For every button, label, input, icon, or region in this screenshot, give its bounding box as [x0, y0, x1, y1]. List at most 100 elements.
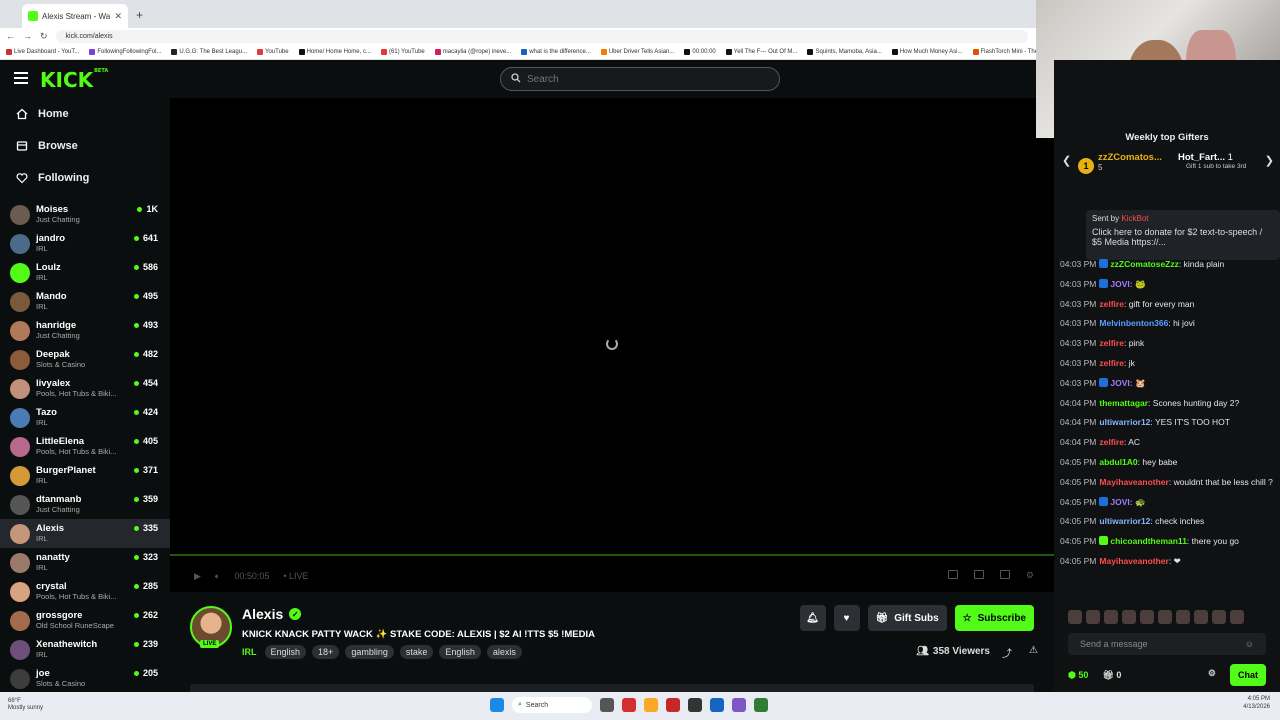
back-icon[interactable]: ←	[6, 31, 15, 41]
chat-input[interactable]: Send a message ☺	[1068, 633, 1266, 655]
bookmark-item[interactable]: FollowingFollowingFol...	[89, 48, 161, 55]
follow-button[interactable]: ♥	[833, 605, 860, 631]
message-username[interactable]: themattagar	[1099, 398, 1148, 408]
theater-mode-icon[interactable]	[973, 570, 984, 579]
chat-send-button[interactable]: Chat	[1230, 664, 1266, 686]
stream-tag[interactable]: English	[264, 645, 307, 659]
following-item-crystal[interactable]: crystal Pools, Hot Tubs & Biki... 285	[0, 577, 170, 606]
following-item-joe[interactable]: joe Slots & Casino 205	[0, 664, 170, 692]
gift-subs-button[interactable]: 🎁︎ Gift Subs	[867, 605, 947, 631]
windows-start-icon[interactable]	[490, 698, 504, 712]
stream-tag[interactable]: 18+	[312, 645, 340, 659]
following-item-grossgore[interactable]: grossgore Old School RuneScape 262	[0, 606, 170, 635]
chevron-left-icon[interactable]: ❮	[1062, 154, 1071, 167]
new-tab-icon[interactable]: +	[136, 8, 143, 22]
following-item-jandro[interactable]: jandro IRL 641	[0, 229, 170, 258]
bookmark-item[interactable]: macaylia (@rope) ineve...	[434, 48, 511, 55]
forward-icon[interactable]: →	[23, 31, 32, 41]
bookmark-item[interactable]: Home/ Home Home, c...	[298, 48, 371, 55]
spotify-icon[interactable]	[754, 698, 768, 712]
following-item-nanatty[interactable]: nanatty IRL 323	[0, 548, 170, 577]
message-username[interactable]: zelfire	[1099, 338, 1124, 348]
emote[interactable]	[1194, 610, 1208, 624]
bookmark-item[interactable]: FlashTorch Mini - The...	[972, 48, 1036, 55]
notification-button[interactable]: 🔔︎	[799, 605, 826, 631]
bookmark-item[interactable]: (61) YouTube	[380, 48, 425, 55]
message-username[interactable]: Mayihaveanother	[1099, 556, 1168, 566]
stream-category[interactable]: IRL	[242, 647, 257, 657]
share-icon[interactable]: ⤴	[1002, 645, 1012, 660]
message-username[interactable]: zelfire	[1099, 358, 1124, 368]
stream-tag[interactable]: English	[439, 645, 481, 659]
emote[interactable]	[1104, 610, 1118, 624]
emote[interactable]	[1140, 610, 1154, 624]
live-indicator[interactable]: • LIVE	[283, 571, 308, 581]
message-username[interactable]: zelfire	[1099, 299, 1124, 309]
following-item-loulz[interactable]: Loulz IRL 586	[0, 258, 170, 287]
bookmark-item[interactable]: Yell The F--- Out Of M...	[725, 48, 797, 55]
emote[interactable]	[1212, 610, 1226, 624]
play-icon[interactable]: ▶	[194, 571, 201, 582]
pinned-message[interactable]: Sent by KickBot Click here to donate for…	[1086, 210, 1280, 260]
message-username[interactable]: JOVI:	[1110, 279, 1132, 289]
message-username[interactable]: JOVI:	[1110, 378, 1132, 388]
emote[interactable]	[1122, 610, 1136, 624]
emote[interactable]	[1068, 610, 1082, 624]
following-item-xenathewitch[interactable]: Xenathewitch IRL 239	[0, 635, 170, 664]
stream-tag[interactable]: alexis	[486, 645, 522, 659]
volume-icon[interactable]: 🔈︎	[215, 571, 220, 582]
report-icon[interactable]: ⚠	[1029, 645, 1038, 656]
following-item-littleelena[interactable]: LittleElena Pools, Hot Tubs & Biki... 405	[0, 432, 170, 461]
search-bar[interactable]	[500, 67, 780, 91]
following-item-tazo[interactable]: Tazo IRL 424	[0, 403, 170, 432]
fullscreen-icon[interactable]	[999, 570, 1010, 579]
message-username[interactable]: ultiwarrior12	[1099, 417, 1150, 427]
reload-icon[interactable]: ↻	[40, 31, 48, 42]
clip-icon[interactable]	[947, 570, 958, 579]
kick-logo[interactable]: KICKBETA	[40, 68, 108, 92]
following-item-mando[interactable]: Mando IRL 495	[0, 287, 170, 316]
url-field[interactable]: kick.com/alexis	[55, 29, 1028, 43]
taskbar-search[interactable]: ⌕ Search	[512, 697, 592, 713]
nav-following[interactable]: Following	[0, 162, 170, 194]
following-item-dtanmanb[interactable]: dtanmanb Just Chatting 359	[0, 490, 170, 519]
message-username[interactable]: zelfire	[1099, 437, 1124, 447]
subscribe-button[interactable]: ☆ Subscribe	[954, 605, 1034, 631]
gifter-2[interactable]: Hot_Fart... 1 Gift 1 sub to take 3rd	[1178, 152, 1246, 170]
following-item-deepak[interactable]: Deepak Slots & Casino 482	[0, 345, 170, 374]
nav-home[interactable]: Home	[0, 98, 170, 130]
settings-icon[interactable]: ⚙	[1026, 570, 1034, 581]
following-item-alexis[interactable]: Alexis IRL 335	[0, 519, 170, 548]
bookmark-item[interactable]: Live Dashboard - YouT...	[6, 48, 79, 55]
bookmark-item[interactable]: what is the difference...	[521, 48, 591, 55]
gift-counter[interactable]: 🎁︎ 0	[1102, 670, 1121, 681]
close-tab-icon[interactable]: ✕	[114, 11, 122, 22]
stream-tag[interactable]: gambling	[345, 645, 394, 659]
message-username[interactable]: Mayihaveanother	[1099, 477, 1168, 487]
emote[interactable]	[1086, 610, 1100, 624]
message-username[interactable]: Melvinbenton366	[1099, 318, 1168, 328]
bookmark-item[interactable]: 00:00:00	[684, 48, 716, 55]
file-explorer-icon[interactable]	[644, 698, 658, 712]
message-username[interactable]: JOVI:	[1110, 497, 1132, 507]
bookmark-item[interactable]: YouTube	[257, 48, 289, 55]
discord-icon[interactable]	[732, 698, 746, 712]
emote[interactable]	[1230, 610, 1244, 624]
bookmark-item[interactable]: Squints, Mamoba, Asia...	[807, 48, 882, 55]
menu-icon[interactable]	[14, 72, 28, 87]
bookmark-item[interactable]: U.G.G: The Best Leagu...	[171, 48, 247, 55]
emoji-icon[interactable]: ☺	[1245, 639, 1254, 649]
obs-icon[interactable]	[688, 698, 702, 712]
weather-widget[interactable]: 68°F Mostly sunny	[8, 698, 43, 712]
browser-icon[interactable]	[622, 698, 636, 712]
message-username[interactable]: ultiwarrior12	[1099, 516, 1150, 526]
video-player[interactable]: ▶ 🔈︎ 00:50:05 • LIVE ⚙	[170, 98, 1054, 592]
chevron-right-icon[interactable]: ❯	[1265, 154, 1274, 167]
following-item-moises[interactable]: Moises Just Chatting 1K	[0, 200, 170, 229]
message-username[interactable]: chicoandtheman11	[1110, 536, 1187, 546]
message-username[interactable]: abdul1A0	[1099, 457, 1137, 467]
progress-bar[interactable]	[170, 554, 1054, 556]
following-item-livyalex[interactable]: livyalex Pools, Hot Tubs & Biki... 454	[0, 374, 170, 403]
chat-settings-icon[interactable]: ⚙	[1208, 668, 1216, 679]
streamer-name[interactable]: Alexis	[242, 606, 283, 622]
